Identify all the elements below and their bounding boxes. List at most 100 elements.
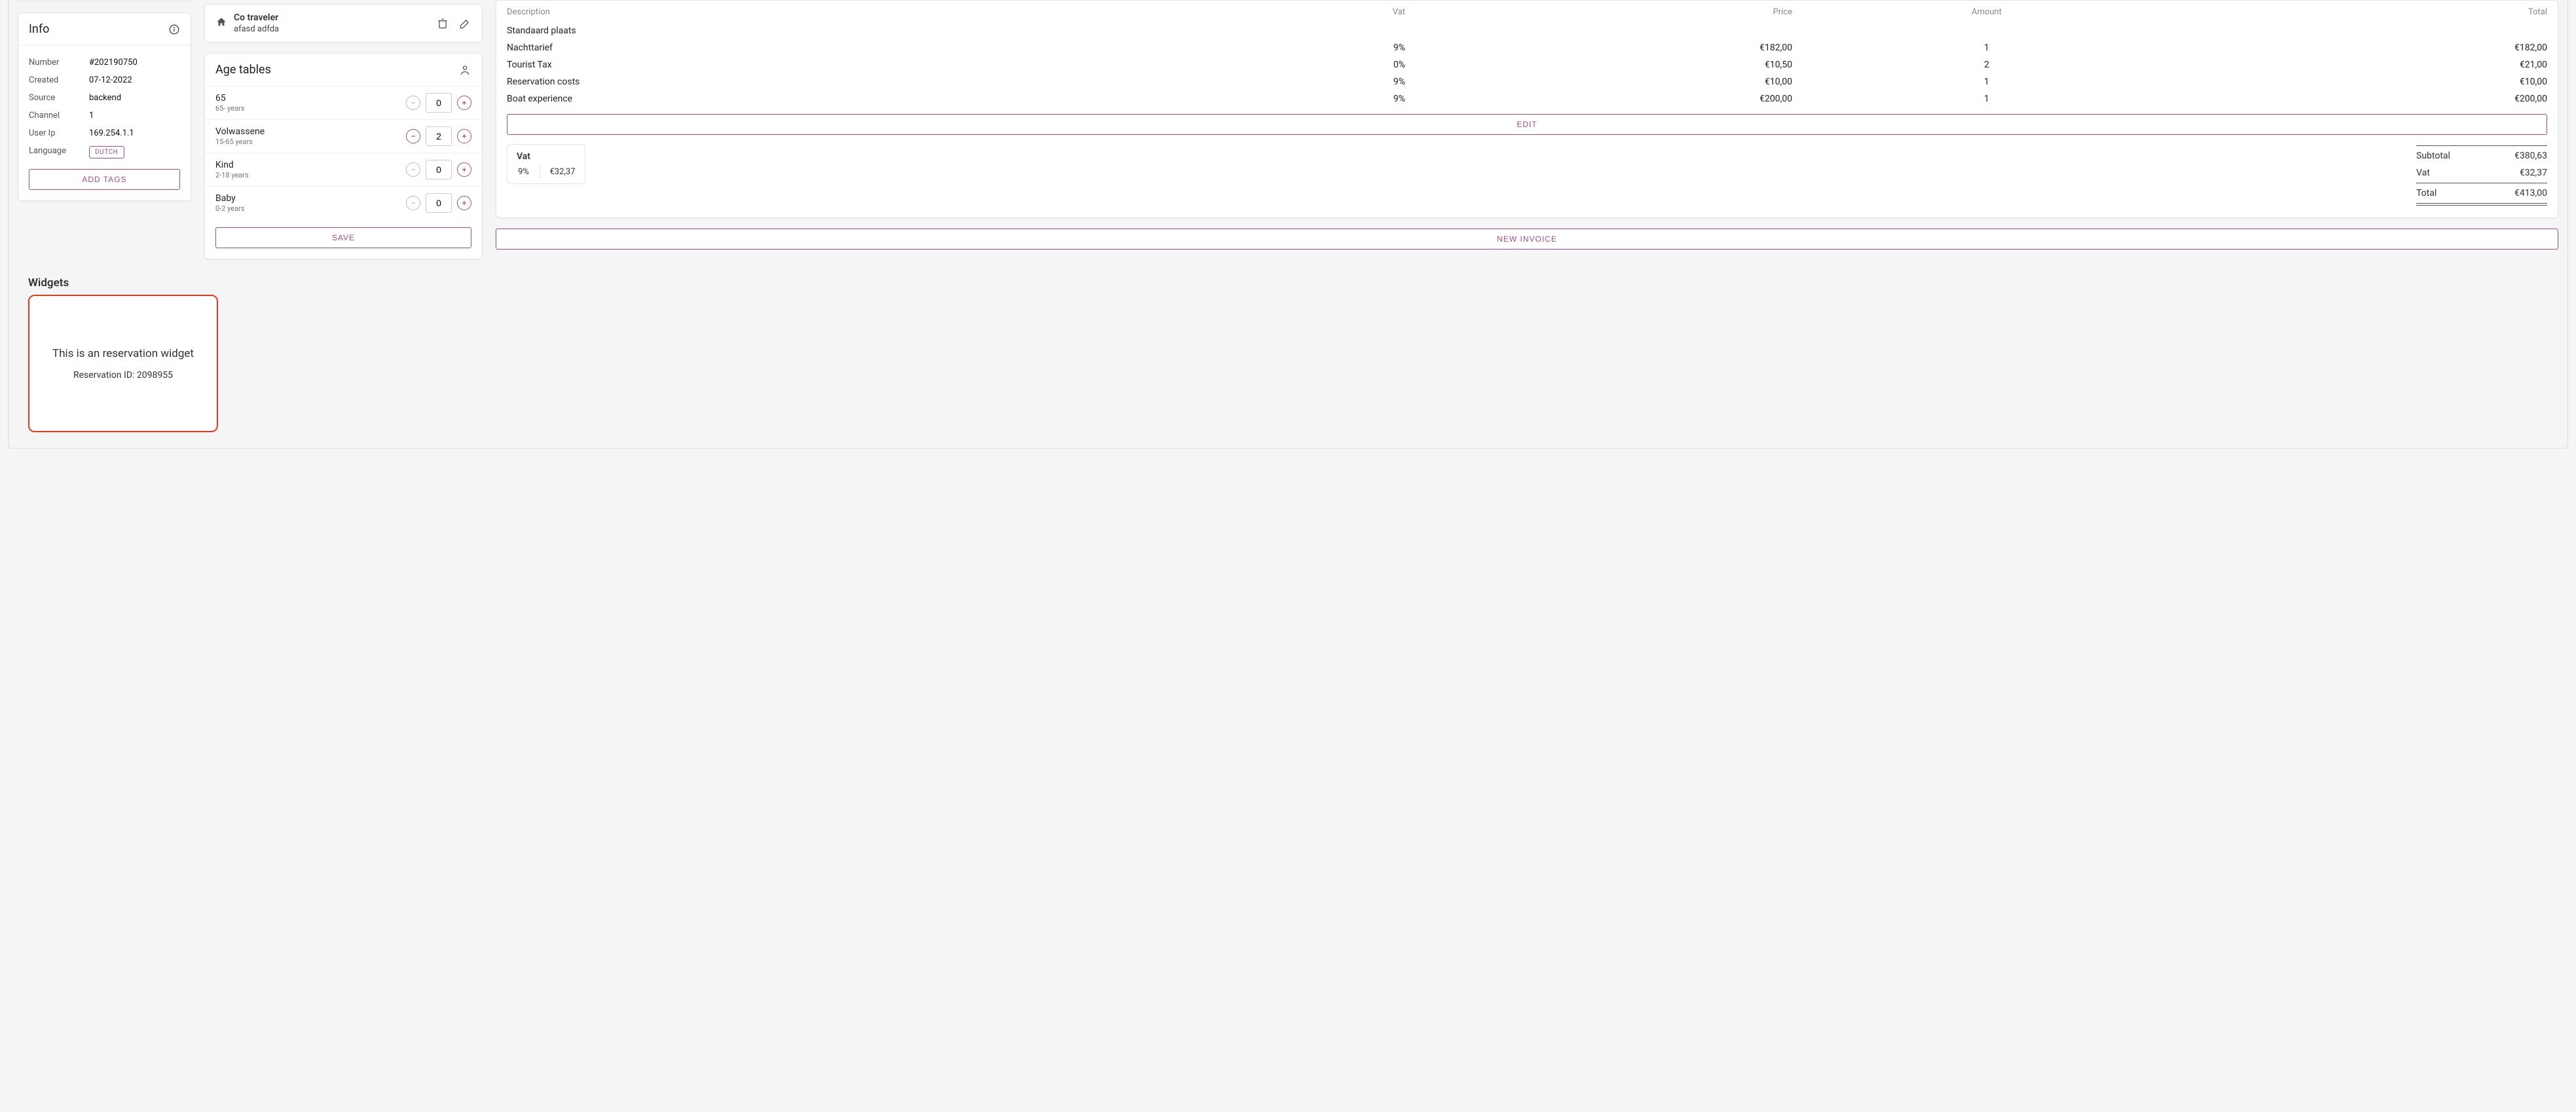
invoice-group-label: Standaard plaats [496, 22, 2558, 39]
invoice-line: Tourist Tax0%€10,502€21,00 [496, 56, 2558, 73]
age-tables-card: Age tables 6565- yearsVolwassene15-65 ye… [204, 53, 483, 259]
total-label: Total [2416, 188, 2437, 198]
line-desc: Tourist Tax [496, 56, 1173, 73]
count-input[interactable] [426, 93, 452, 113]
line-vat: 9% [1173, 39, 1416, 56]
line-total: €182,00 [2171, 39, 2558, 56]
info-language-label: Language [29, 146, 89, 158]
col-description: Description [496, 1, 1173, 22]
vat-summary-box: Vat 9% €32,37 [507, 144, 585, 184]
edit-icon[interactable] [458, 17, 471, 30]
vat-box-title: Vat [507, 150, 585, 166]
count-input[interactable] [426, 160, 452, 179]
subtotal-value: €380,63 [2514, 151, 2547, 161]
info-number-value: #202190750 [89, 58, 138, 67]
age-tables-title: Age tables [215, 63, 271, 77]
minus-button [406, 96, 420, 110]
age-row: Kind2-18 years [205, 153, 482, 186]
reservation-widget-card: This is an reservation widget Reservatio… [28, 295, 218, 432]
collapsed-card-stub [18, 0, 191, 2]
person-icon[interactable] [458, 64, 471, 77]
info-number-label: Number [29, 58, 89, 67]
line-amount: 2 [1803, 56, 2171, 73]
line-amount: 1 [1803, 73, 2171, 90]
invoice-table: Description Vat Price Amount Total Stand… [496, 1, 2558, 107]
line-price: €10,00 [1416, 73, 1803, 90]
line-total: €21,00 [2171, 56, 2558, 73]
invoice-line: Boat experience9%€200,001€200,00 [496, 90, 2558, 107]
info-icon[interactable] [168, 24, 180, 35]
info-created-value: 07-12-2022 [89, 75, 132, 85]
vat-value: €32,37 [2520, 168, 2547, 178]
cotraveler-subtitle: afasd adfda [234, 24, 436, 34]
edit-button[interactable]: EDIT [507, 114, 2547, 135]
plus-button[interactable] [457, 129, 471, 143]
cotraveler-card: Co traveler afasd adfda [204, 4, 483, 43]
line-vat: 9% [1173, 90, 1416, 107]
info-source-label: Source [29, 93, 89, 103]
cotraveler-title: Co traveler [234, 12, 436, 23]
totals-box: Subtotal €380,63 Vat €32,37 Total €413,00 [2416, 144, 2547, 207]
count-input[interactable] [426, 193, 452, 213]
invoice-line: Reservation costs9%€10,001€10,00 [496, 73, 2558, 90]
line-total: €10,00 [2171, 73, 2558, 90]
invoice-line: Nachttarief9%€182,001€182,00 [496, 39, 2558, 56]
col-total: Total [2171, 1, 2558, 22]
line-desc: Reservation costs [496, 73, 1173, 90]
info-channel-value: 1 [89, 111, 94, 120]
widgets-heading: Widgets [28, 276, 2558, 289]
line-total: €200,00 [2171, 90, 2558, 107]
age-row: Volwassene15-65 years [205, 119, 482, 153]
age-name: Kind [215, 160, 406, 170]
info-userip-value: 169.254.1.1 [89, 128, 134, 138]
info-title: Info [29, 22, 49, 36]
info-created-label: Created [29, 75, 89, 85]
new-invoice-button[interactable]: NEW INVOICE [496, 229, 2558, 250]
age-sub: 2-18 years [215, 171, 406, 179]
line-amount: 1 [1803, 39, 2171, 56]
line-desc: Boat experience [496, 90, 1173, 107]
minus-button [406, 162, 420, 177]
age-name: Volwassene [215, 126, 406, 137]
minus-button [406, 196, 420, 210]
info-userip-label: User Ip [29, 128, 89, 138]
vat-box-amount: €32,37 [540, 166, 585, 178]
line-amount: 1 [1803, 90, 2171, 107]
minus-button[interactable] [406, 129, 420, 143]
vat-box-rate: 9% [507, 166, 540, 178]
subtotal-label: Subtotal [2416, 151, 2450, 161]
age-row: 6565- years [205, 86, 482, 119]
invoice-card: Description Vat Price Amount Total Stand… [496, 0, 2558, 218]
line-price: €200,00 [1416, 90, 1803, 107]
vat-label: Vat [2416, 168, 2430, 178]
info-channel-label: Channel [29, 111, 89, 120]
line-vat: 0% [1173, 56, 1416, 73]
language-chip: DUTCH [89, 146, 124, 158]
widget-line2: Reservation ID: 2098955 [73, 370, 173, 380]
delete-icon[interactable] [436, 17, 449, 30]
count-input[interactable] [426, 126, 452, 146]
info-card: Info Number#202190750 Created07-12-2022 … [18, 12, 191, 201]
line-price: €10,50 [1416, 56, 1803, 73]
add-tags-button[interactable]: ADD TAGS [29, 169, 180, 190]
col-amount: Amount [1803, 1, 2171, 22]
plus-button[interactable] [457, 96, 471, 110]
total-value: €413,00 [2514, 188, 2547, 198]
age-sub: 0-2 years [215, 204, 406, 213]
age-sub: 15-65 years [215, 138, 406, 146]
line-price: €182,00 [1416, 39, 1803, 56]
age-row: Baby0-2 years [205, 186, 482, 219]
save-button[interactable]: SAVE [215, 227, 471, 248]
col-vat: Vat [1173, 1, 1416, 22]
info-source-value: backend [89, 93, 121, 103]
line-desc: Nachttarief [496, 39, 1173, 56]
age-name: 65 [215, 93, 406, 103]
col-price: Price [1416, 1, 1803, 22]
line-vat: 9% [1173, 73, 1416, 90]
age-sub: 65- years [215, 104, 406, 113]
age-name: Baby [215, 193, 406, 204]
widget-line1: This is an reservation widget [52, 346, 194, 361]
plus-button[interactable] [457, 162, 471, 177]
house-icon [215, 16, 227, 31]
plus-button[interactable] [457, 196, 471, 210]
